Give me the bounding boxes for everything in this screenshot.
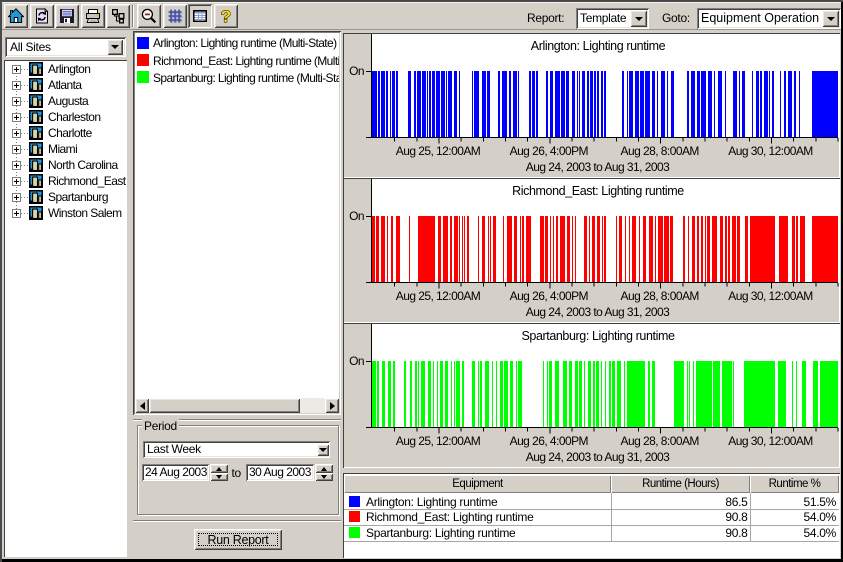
svg-text:?: ? xyxy=(220,8,230,24)
